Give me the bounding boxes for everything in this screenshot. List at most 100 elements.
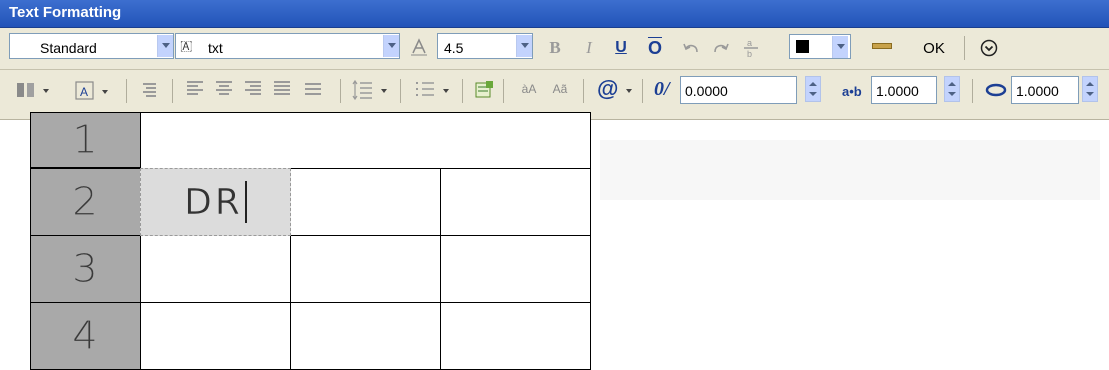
uppercase-label: àA: [521, 82, 537, 96]
window-title: Text Formatting: [9, 4, 122, 21]
oblique-angle-value: 0.0000: [685, 83, 728, 99]
symbol-button[interactable]: @: [597, 76, 637, 102]
text-cursor: [244, 181, 247, 223]
redo-button[interactable]: [709, 33, 733, 63]
justify-button[interactable]: [274, 74, 298, 104]
font-glyph-icon: 🇦: [180, 37, 193, 53]
font-select-value: txt: [208, 40, 223, 56]
stack-fraction-icon: ab: [744, 38, 758, 59]
lowercase-label: Aã: [552, 82, 568, 96]
table-cell[interactable]: [290, 168, 441, 236]
separator: [583, 79, 584, 103]
chevron-down-icon[interactable]: [383, 35, 399, 57]
uppercase-button[interactable]: àA: [516, 74, 542, 104]
underline-button[interactable]: U: [609, 33, 633, 63]
separator: [462, 79, 463, 103]
row-header-1-label: 1: [72, 118, 99, 162]
style-select[interactable]: Standard: [9, 33, 174, 59]
table-cell[interactable]: [140, 302, 291, 370]
separator: [964, 36, 965, 60]
font-select[interactable]: 🇦 txt: [175, 33, 400, 59]
caret-down-icon: [43, 89, 49, 93]
at-symbol-icon: @: [597, 76, 619, 101]
caret-down-icon: [102, 90, 108, 94]
ok-button[interactable]: OK: [917, 33, 951, 63]
row-header-1[interactable]: 1: [30, 112, 141, 168]
background-ghost: [600, 140, 1100, 200]
separator: [400, 79, 401, 103]
align-left-icon: [187, 81, 203, 95]
chevron-down-icon[interactable]: [516, 35, 532, 57]
separator: [972, 79, 973, 103]
line-spacing-button[interactable]: [352, 79, 392, 101]
justify-icon: [274, 81, 290, 95]
justification-button[interactable]: A: [75, 81, 115, 101]
oblique-angle-icon: 0/: [654, 78, 670, 100]
numbering-icon: [416, 82, 434, 96]
width-factor-field[interactable]: 1.0000: [1011, 76, 1079, 104]
tracking-field[interactable]: 1.0000: [871, 76, 937, 104]
align-center-icon: [216, 81, 232, 95]
undo-button[interactable]: [679, 33, 703, 63]
columns-button[interactable]: [16, 81, 56, 99]
width-factor-icon: [985, 83, 1007, 97]
table-cell[interactable]: [140, 235, 291, 303]
redo-icon: [714, 43, 729, 53]
bold-button[interactable]: B: [543, 33, 567, 63]
toolbar-row-1: Standard 🇦 txt 4.5 B I U O a b OK: [0, 30, 1109, 66]
justification-icon: A: [75, 81, 94, 100]
line-spacing-icon: [352, 79, 372, 101]
table-cell[interactable]: [440, 302, 591, 370]
chevron-down-icon[interactable]: [832, 36, 848, 58]
insert-field-button[interactable]: [474, 80, 496, 100]
table-cell[interactable]: [440, 168, 591, 236]
width-factor-value: 1.0000: [1016, 83, 1059, 99]
paragraph-button[interactable]: [140, 81, 160, 99]
chevron-circle-icon: [980, 39, 998, 57]
options-button[interactable]: [980, 39, 998, 57]
row-header-2[interactable]: 2: [30, 168, 141, 236]
tracking-spinner[interactable]: [944, 76, 960, 102]
active-edit-cell[interactable]: DR: [140, 168, 291, 236]
bold-label: B: [549, 38, 561, 57]
caret-down-icon: [626, 89, 632, 93]
stack-button[interactable]: ab: [739, 33, 763, 63]
text-height-select[interactable]: 4.5: [437, 33, 533, 59]
align-right-icon: [245, 81, 261, 95]
text-formatting-toolbar: Text Formatting Standard 🇦 txt 4.5 B I U: [0, 0, 1109, 120]
active-cell-text: DR: [184, 181, 243, 223]
width-factor-spinner[interactable]: [1082, 76, 1098, 102]
color-swatch: [796, 40, 809, 53]
table-cell[interactable]: [290, 302, 441, 370]
underline-label: U: [615, 39, 627, 56]
table-cell[interactable]: [140, 112, 591, 169]
caret-down-icon: [381, 89, 387, 93]
table-cell[interactable]: [290, 235, 441, 303]
table-cell[interactable]: [440, 235, 591, 303]
title-bar[interactable]: Text Formatting: [0, 0, 1109, 28]
separator: [340, 79, 341, 103]
row-header-3[interactable]: 3: [30, 235, 141, 303]
columns-icon: [17, 83, 34, 97]
lowercase-button[interactable]: Aã: [547, 74, 573, 104]
overline-button[interactable]: O: [643, 33, 667, 63]
numbering-button[interactable]: [414, 79, 454, 101]
oblique-angle-field[interactable]: 0.0000: [680, 76, 797, 104]
ruler-icon[interactable]: [872, 43, 892, 49]
text-height-value: 4.5: [444, 40, 464, 56]
text-color-select[interactable]: [789, 34, 851, 59]
tracking-value: 1.0000: [876, 83, 919, 99]
italic-button[interactable]: I: [577, 33, 601, 63]
oblique-angle-spinner[interactable]: [805, 76, 821, 102]
align-right-button[interactable]: [245, 74, 269, 104]
align-left-button[interactable]: [187, 74, 211, 104]
svg-text:a: a: [747, 38, 752, 48]
separator: [126, 79, 127, 103]
chevron-down-icon[interactable]: [157, 35, 173, 57]
svg-text:A: A: [80, 85, 88, 99]
paragraph-icon: [143, 83, 156, 97]
align-center-button[interactable]: [216, 74, 240, 104]
distribute-button[interactable]: [305, 74, 329, 104]
ok-button-label: OK: [923, 39, 945, 57]
row-header-4[interactable]: 4: [30, 302, 141, 370]
